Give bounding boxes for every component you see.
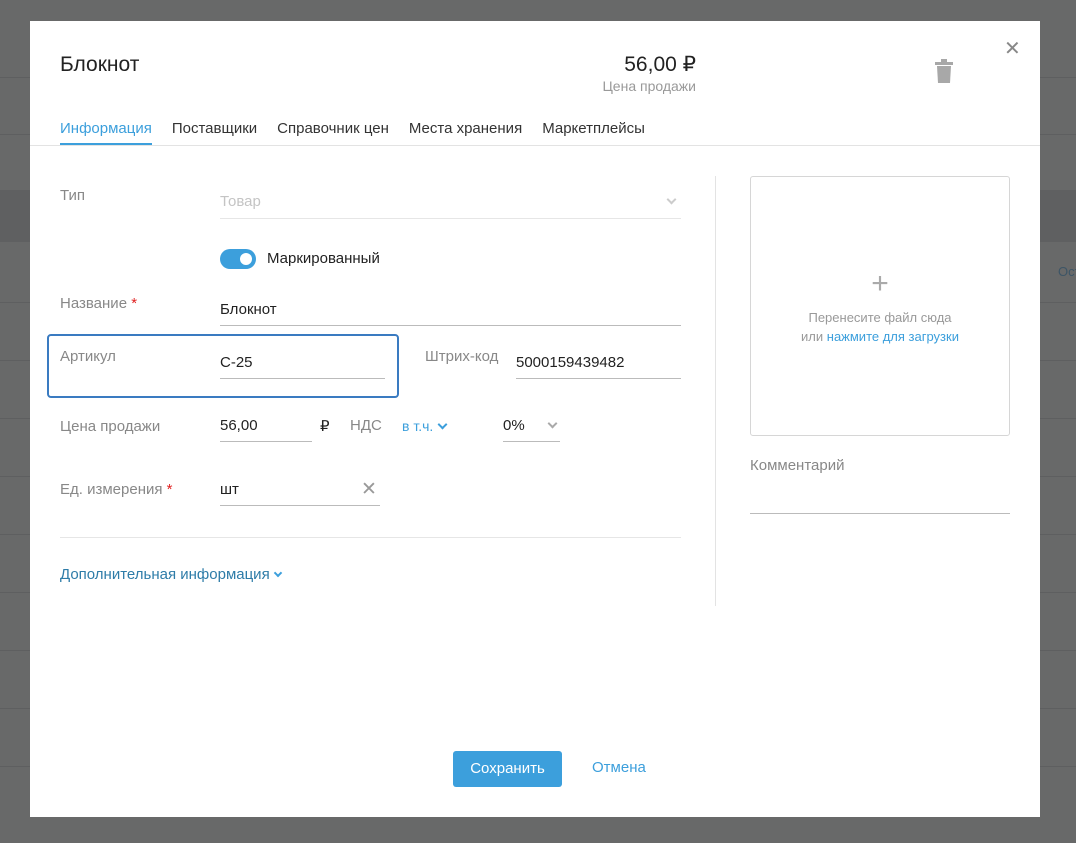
tab-suppliers[interactable]: Поставщики: [172, 120, 257, 146]
sale-price-label: Цена продажи: [602, 78, 696, 94]
tab-divider: [30, 145, 1040, 146]
upload-link[interactable]: нажмите для загрузки: [827, 329, 959, 344]
chevron-down-icon: [273, 568, 282, 578]
trash-icon[interactable]: [934, 59, 954, 83]
comment-label: Комментарий: [750, 457, 845, 474]
more-info-toggle[interactable]: Дополнительная информация: [60, 566, 282, 583]
marked-label: Маркированный: [267, 250, 380, 267]
cancel-button[interactable]: Отмена: [592, 759, 646, 776]
file-dropzone[interactable]: + Перенесите файл сюда или нажмите для з…: [750, 176, 1010, 436]
tab-information[interactable]: Информация: [60, 120, 152, 146]
tab-storage[interactable]: Места хранения: [409, 120, 522, 146]
dropzone-text: Перенесите файл сюда или нажмите для заг…: [801, 310, 959, 344]
comment-input[interactable]: [750, 483, 1010, 513]
vat-label: НДС: [350, 417, 382, 434]
chevron-down-icon: [543, 417, 558, 435]
type-select[interactable]: Товар: [220, 193, 681, 219]
clear-icon[interactable]: ✕: [361, 478, 377, 501]
unit-label: Ед. измерения *: [60, 481, 173, 498]
chevron-down-icon: [662, 193, 677, 211]
unit-input[interactable]: шт: [220, 481, 380, 498]
name-input[interactable]: Блокнот: [220, 301, 681, 318]
close-icon[interactable]: ✕: [1004, 39, 1021, 59]
type-label: Тип: [60, 187, 86, 204]
plus-icon: +: [871, 267, 889, 300]
marked-toggle[interactable]: [220, 249, 256, 269]
save-button[interactable]: Сохранить: [453, 751, 562, 787]
name-label: Название *: [60, 295, 138, 312]
barcode-label: Штрих-код: [425, 348, 499, 365]
column-divider: [715, 176, 716, 606]
tab-price-list[interactable]: Справочник цен: [277, 120, 389, 146]
sale-price: 56,00 ₽: [624, 53, 696, 76]
product-modal: Блокнот 56,00 ₽ Цена продажи ✕ Информаци…: [30, 21, 1040, 817]
chevron-down-icon: [437, 419, 448, 430]
vat-rate-select[interactable]: 0%: [503, 417, 560, 441]
vat-mode-select[interactable]: в т.ч.: [402, 418, 448, 434]
tab-marketplaces[interactable]: Маркетплейсы: [542, 120, 645, 146]
price-input[interactable]: 56,00: [220, 417, 312, 434]
price-label: Цена продажи: [60, 418, 161, 435]
type-value: Товар: [220, 193, 261, 210]
barcode-input[interactable]: 5000159439482: [516, 354, 681, 371]
article-input[interactable]: С-25: [220, 354, 385, 371]
currency-sign: ₽: [320, 418, 330, 435]
modal-title: Блокнот: [60, 53, 140, 76]
article-label: Артикул: [60, 348, 116, 365]
tab-bar: Информация Поставщики Справочник цен Мес…: [60, 120, 645, 146]
bg-column-header: Ост: [1058, 264, 1076, 279]
